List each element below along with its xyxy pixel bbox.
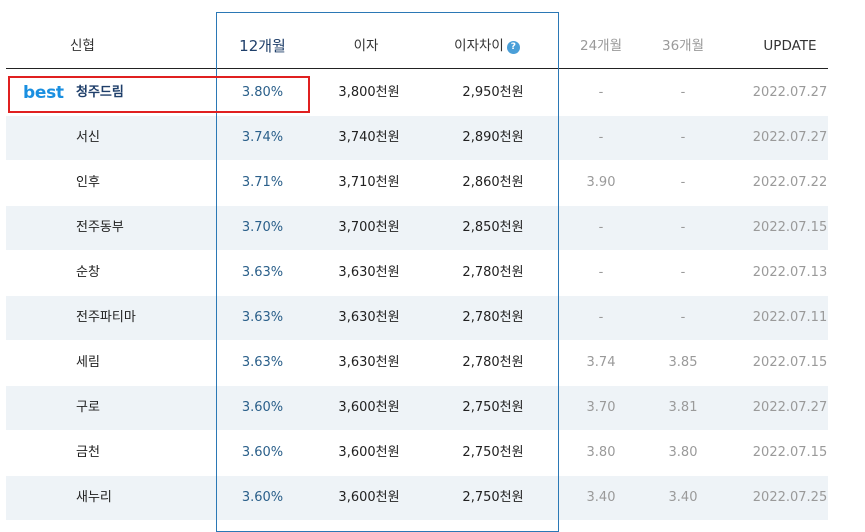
bank-name[interactable]: 전주동부 [76, 206, 206, 250]
interest-diff: 2,860천원 [462, 175, 524, 190]
bank-name[interactable]: 구로 [76, 386, 206, 430]
rate-24month: 3.80 [586, 445, 616, 460]
interest-amount: 3,630천원 [338, 355, 400, 370]
rate-36month: 3.85 [668, 355, 698, 370]
interest-amount: 3,630천원 [338, 265, 400, 280]
rate-36month: - [680, 220, 686, 235]
interest-diff: 2,890천원 [462, 130, 524, 145]
bank-name[interactable]: 순창 [76, 251, 206, 295]
header-interest-diff-label: 이자차이 [454, 38, 504, 54]
rate-12month: 3.63% [241, 355, 284, 370]
rate-24month: - [598, 310, 604, 325]
table-row[interactable]: 순창 3.63% 3,630천원 2,780천원 - - 2022.07.13 [6, 251, 828, 295]
interest-amount: 3,740천원 [338, 130, 400, 145]
header-36month[interactable]: 36개월 [643, 34, 723, 58]
interest-diff: 2,750천원 [462, 490, 524, 505]
table-row[interactable]: 서신 3.74% 3,740천원 2,890천원 - - 2022.07.27 [6, 116, 828, 160]
table-row[interactable]: best 청주드림 3.80% 3,800천원 2,950천원 - - 2022.07.27 [6, 71, 828, 115]
table-row[interactable]: 금천 3.60% 3,600천원 2,750천원 3.80 3.80 2022.07.15 [6, 431, 828, 475]
update-date: 2022.07.27 [752, 85, 828, 100]
rate-36month: 3.40 [668, 490, 698, 505]
question-icon[interactable]: ? [506, 41, 520, 54]
rate-24month: - [598, 130, 604, 145]
header-update: UPDATE [763, 38, 817, 54]
header-divider [6, 68, 828, 69]
bank-name[interactable]: 전주파티마 [76, 296, 206, 340]
table-row[interactable]: 세림 3.63% 3,630천원 2,780천원 3.74 3.85 2022.07.15 [6, 341, 828, 385]
rate-36month: 3.81 [668, 400, 698, 415]
interest-amount: 3,710천원 [338, 175, 400, 190]
rate-12month: 3.60% [241, 400, 284, 415]
update-date: 2022.07.13 [752, 265, 828, 280]
table-row[interactable]: 구로 3.60% 3,600천원 2,750천원 3.70 3.81 2022.07.27 [6, 386, 828, 430]
header-24month[interactable]: 24개월 [559, 34, 643, 58]
rate-12month: 3.63% [241, 265, 284, 280]
rate-12month: 3.80% [241, 85, 284, 100]
rate-24month: - [598, 220, 604, 235]
update-date: 2022.07.27 [752, 400, 828, 415]
rate-36month: - [680, 85, 686, 100]
rate-table: 신협 12개월 이자 이자차이? 24개월 36개월 UPDATE best 청주… [0, 0, 865, 532]
update-date: 2022.07.11 [752, 310, 828, 325]
bank-name[interactable]: 인후 [76, 161, 206, 205]
rate-36month: - [680, 175, 686, 190]
bank-name[interactable]: 청주드림 [76, 71, 206, 115]
rate-12month: 3.63% [241, 310, 284, 325]
interest-diff: 2,850천원 [462, 220, 524, 235]
update-date: 2022.07.15 [752, 355, 828, 370]
rate-12month: 3.70% [241, 220, 284, 235]
rate-12month: 3.60% [241, 445, 284, 460]
header-interest-diff: 이자차이? [423, 34, 551, 58]
update-date: 2022.07.27 [752, 130, 828, 145]
bank-name[interactable]: 서신 [76, 116, 206, 160]
interest-amount: 3,600천원 [338, 445, 400, 460]
table-row[interactable]: 인후 3.71% 3,710천원 2,860천원 3.90 - 2022.07.22 [6, 161, 828, 205]
rate-36month: 3.80 [668, 445, 698, 460]
interest-amount: 3,600천원 [338, 490, 400, 505]
table-row[interactable]: 새누리 3.60% 3,600천원 2,750천원 3.40 3.40 2022.07.25 [6, 476, 828, 520]
interest-diff: 2,750천원 [462, 400, 524, 415]
bank-name[interactable]: 새누리 [76, 476, 206, 520]
rate-12month: 3.60% [241, 490, 284, 505]
rate-12month: 3.74% [241, 130, 284, 145]
header-interest: 이자 [353, 38, 379, 54]
rate-24month: 3.74 [586, 355, 616, 370]
rate-36month: - [680, 130, 686, 145]
rate-36month: - [680, 265, 686, 280]
interest-diff: 2,780천원 [462, 310, 524, 325]
interest-diff: 2,780천원 [462, 355, 524, 370]
table-row[interactable]: 전주동부 3.70% 3,700천원 2,850천원 - - 2022.07.15 [6, 206, 828, 250]
rate-24month: - [598, 265, 604, 280]
rate-24month: - [598, 85, 604, 100]
update-date: 2022.07.22 [752, 175, 828, 190]
interest-amount: 3,600천원 [338, 400, 400, 415]
rate-12month: 3.71% [241, 175, 284, 190]
interest-amount: 3,800천원 [338, 85, 400, 100]
rate-24month: 3.90 [586, 175, 616, 190]
interest-diff: 2,780천원 [462, 265, 524, 280]
update-date: 2022.07.15 [752, 220, 828, 235]
rate-24month: 3.40 [586, 490, 616, 505]
bank-name[interactable]: 세림 [76, 341, 206, 385]
update-date: 2022.07.15 [752, 445, 828, 460]
header-name: 신협 [70, 38, 95, 54]
bank-name[interactable]: 금천 [76, 431, 206, 475]
interest-amount: 3,700천원 [338, 220, 400, 235]
header-12month[interactable]: 12개월 [216, 34, 309, 58]
table-row[interactable]: 전주파티마 3.63% 3,630천원 2,780천원 - - 2022.07.11 [6, 296, 828, 340]
interest-diff: 2,750천원 [462, 445, 524, 460]
update-date: 2022.07.25 [752, 490, 828, 505]
best-badge: best [23, 83, 64, 103]
rate-24month: 3.70 [586, 400, 616, 415]
interest-amount: 3,630천원 [338, 310, 400, 325]
interest-diff: 2,950천원 [462, 85, 524, 100]
rate-36month: - [680, 310, 686, 325]
